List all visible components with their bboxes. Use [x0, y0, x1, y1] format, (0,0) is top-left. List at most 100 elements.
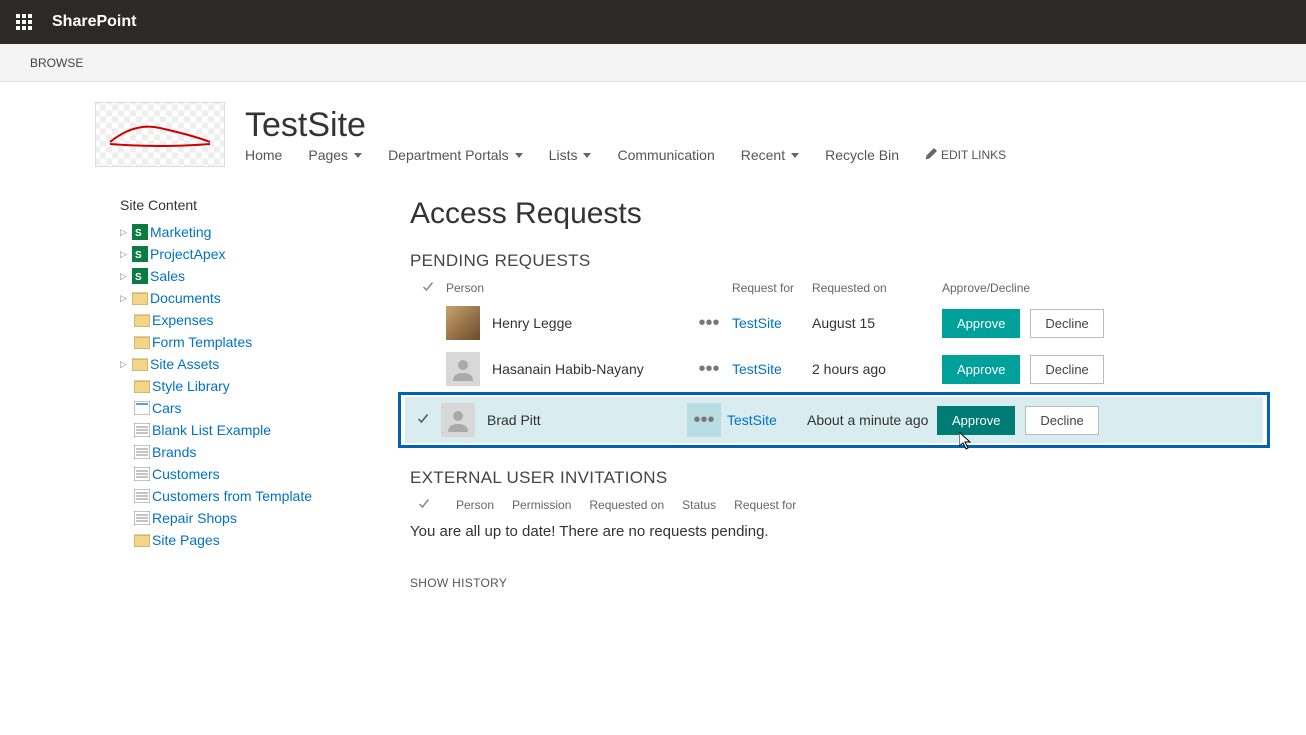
avatar [446, 352, 480, 386]
folder-icon [132, 290, 148, 306]
expander-icon[interactable]: ▷ [120, 265, 130, 287]
external-empty-message: You are all up to date! There are no req… [410, 523, 1266, 540]
app-launcher-icon[interactable] [8, 6, 40, 38]
ext-col-permission[interactable]: Permission [512, 498, 571, 513]
expander-icon[interactable]: ▷ [120, 287, 130, 309]
approve-button[interactable]: Approve [937, 406, 1015, 435]
request-for-link[interactable]: TestSite [732, 315, 782, 331]
list-icon [134, 510, 150, 526]
ellipsis-icon[interactable]: ••• [692, 306, 726, 340]
suite-brand[interactable]: SharePoint [52, 13, 136, 31]
folder-icon [134, 312, 150, 328]
external-column-headers: Person Permission Requested on Status Re… [410, 494, 1266, 517]
pending-heading: PENDING REQUESTS [410, 251, 1266, 271]
sidebar-item-cars[interactable]: Cars [152, 397, 182, 419]
sidebar-item-blanklist[interactable]: Blank List Example [152, 419, 271, 441]
site-logo[interactable] [95, 102, 225, 167]
expander-icon[interactable]: ▷ [120, 221, 130, 243]
page-title: Access Requests [410, 197, 1266, 231]
nav-pages[interactable]: Pages [308, 147, 362, 163]
external-heading: EXTERNAL USER INVITATIONS [410, 468, 1266, 488]
pending-column-headers: Person Request for Requested on Approve/… [410, 277, 1266, 300]
col-request-for[interactable]: Request for [732, 281, 812, 296]
request-for-link[interactable]: TestSite [727, 412, 777, 428]
site-icon: S [132, 246, 148, 262]
col-person[interactable]: Person [446, 281, 692, 296]
sidebar-item-sales[interactable]: Sales [150, 265, 185, 287]
ext-col-person[interactable]: Person [456, 498, 494, 513]
chevron-down-icon [583, 153, 591, 158]
folder-icon [134, 378, 150, 394]
pencil-icon [925, 148, 937, 163]
chevron-down-icon [791, 153, 799, 158]
requested-on: August 15 [812, 315, 942, 331]
cursor-icon [959, 432, 973, 450]
left-sidebar: Site Content ▷ S Marketing ▷ S ProjectApex ▷… [120, 197, 350, 590]
selected-row-highlight: Brad Pitt ••• TestSite About a minute ag… [398, 392, 1270, 448]
list-icon [134, 466, 150, 482]
sidebar-item-formtemplates[interactable]: Form Templates [152, 331, 252, 353]
nav-recycle-bin[interactable]: Recycle Bin [825, 147, 899, 163]
sidebar-item-sitepages[interactable]: Site Pages [152, 529, 220, 551]
person-name[interactable]: Hasanain Habib-Nayany [492, 361, 644, 377]
sidebar-item-marketing[interactable]: Marketing [150, 221, 211, 243]
col-approve-decline[interactable]: Approve/Decline [942, 281, 1030, 296]
list-icon [134, 488, 150, 504]
sidebar-item-siteassets[interactable]: Site Assets [150, 353, 219, 375]
request-for-link[interactable]: TestSite [732, 361, 782, 377]
check-icon[interactable] [418, 499, 430, 513]
nav-dept-portals[interactable]: Department Portals [388, 147, 523, 163]
nav-home[interactable]: Home [245, 147, 282, 163]
site-icon: S [132, 224, 148, 240]
person-name[interactable]: Brad Pitt [487, 412, 541, 428]
sidebar-item-stylelibrary[interactable]: Style Library [152, 375, 230, 397]
ellipsis-icon[interactable]: ••• [692, 352, 726, 386]
request-row[interactable]: Hasanain Habib-Nayany ••• TestSite 2 hou… [410, 346, 1266, 392]
sidebar-item-projectapex[interactable]: ProjectApex [150, 243, 225, 265]
request-row[interactable]: Henry Legge ••• TestSite August 15 Appro… [410, 300, 1266, 346]
expander-icon[interactable]: ▷ [120, 353, 130, 375]
requested-on: 2 hours ago [812, 361, 942, 377]
chevron-down-icon [354, 153, 362, 158]
show-history-link[interactable]: SHOW HISTORY [410, 576, 1266, 590]
ellipsis-icon[interactable]: ••• [687, 403, 721, 437]
decline-button[interactable]: Decline [1025, 406, 1098, 435]
list-icon [134, 400, 150, 416]
nav-lists[interactable]: Lists [549, 147, 592, 163]
sidebar-item-expenses[interactable]: Expenses [152, 309, 213, 331]
tab-browse[interactable]: BROWSE [0, 56, 103, 70]
approve-button[interactable]: Approve [942, 309, 1020, 338]
requested-on: About a minute ago [807, 412, 937, 428]
person-name[interactable]: Henry Legge [492, 315, 572, 331]
svg-text:S: S [135, 272, 142, 283]
list-icon [134, 444, 150, 460]
folder-icon [134, 334, 150, 350]
decline-button[interactable]: Decline [1030, 309, 1103, 338]
ext-col-status[interactable]: Status [682, 498, 716, 513]
sidebar-item-customerstpl[interactable]: Customers from Template [152, 485, 312, 507]
folder-icon [134, 532, 150, 548]
nav-recent[interactable]: Recent [741, 147, 799, 163]
request-row[interactable]: Brad Pitt ••• TestSite About a minute ag… [405, 397, 1263, 443]
chevron-down-icon [515, 153, 523, 158]
check-icon[interactable] [417, 412, 429, 428]
ext-col-request-for[interactable]: Request for [734, 498, 796, 513]
site-icon: S [132, 268, 148, 284]
avatar [446, 306, 480, 340]
check-icon[interactable] [422, 282, 434, 296]
expander-icon[interactable]: ▷ [120, 243, 130, 265]
site-title[interactable]: TestSite [245, 106, 1006, 145]
svg-text:S: S [135, 228, 142, 239]
nav-communication[interactable]: Communication [617, 147, 714, 163]
sidebar-heading: Site Content [120, 197, 350, 213]
svg-text:S: S [135, 250, 142, 261]
sidebar-item-brands[interactable]: Brands [152, 441, 196, 463]
decline-button[interactable]: Decline [1030, 355, 1103, 384]
approve-button[interactable]: Approve [942, 355, 1020, 384]
sidebar-item-customers[interactable]: Customers [152, 463, 220, 485]
edit-links-button[interactable]: EDIT LINKS [925, 148, 1006, 163]
sidebar-item-repairshops[interactable]: Repair Shops [152, 507, 237, 529]
col-requested-on[interactable]: Requested on [812, 281, 942, 296]
ext-col-requested-on[interactable]: Requested on [589, 498, 664, 513]
sidebar-item-documents[interactable]: Documents [150, 287, 221, 309]
